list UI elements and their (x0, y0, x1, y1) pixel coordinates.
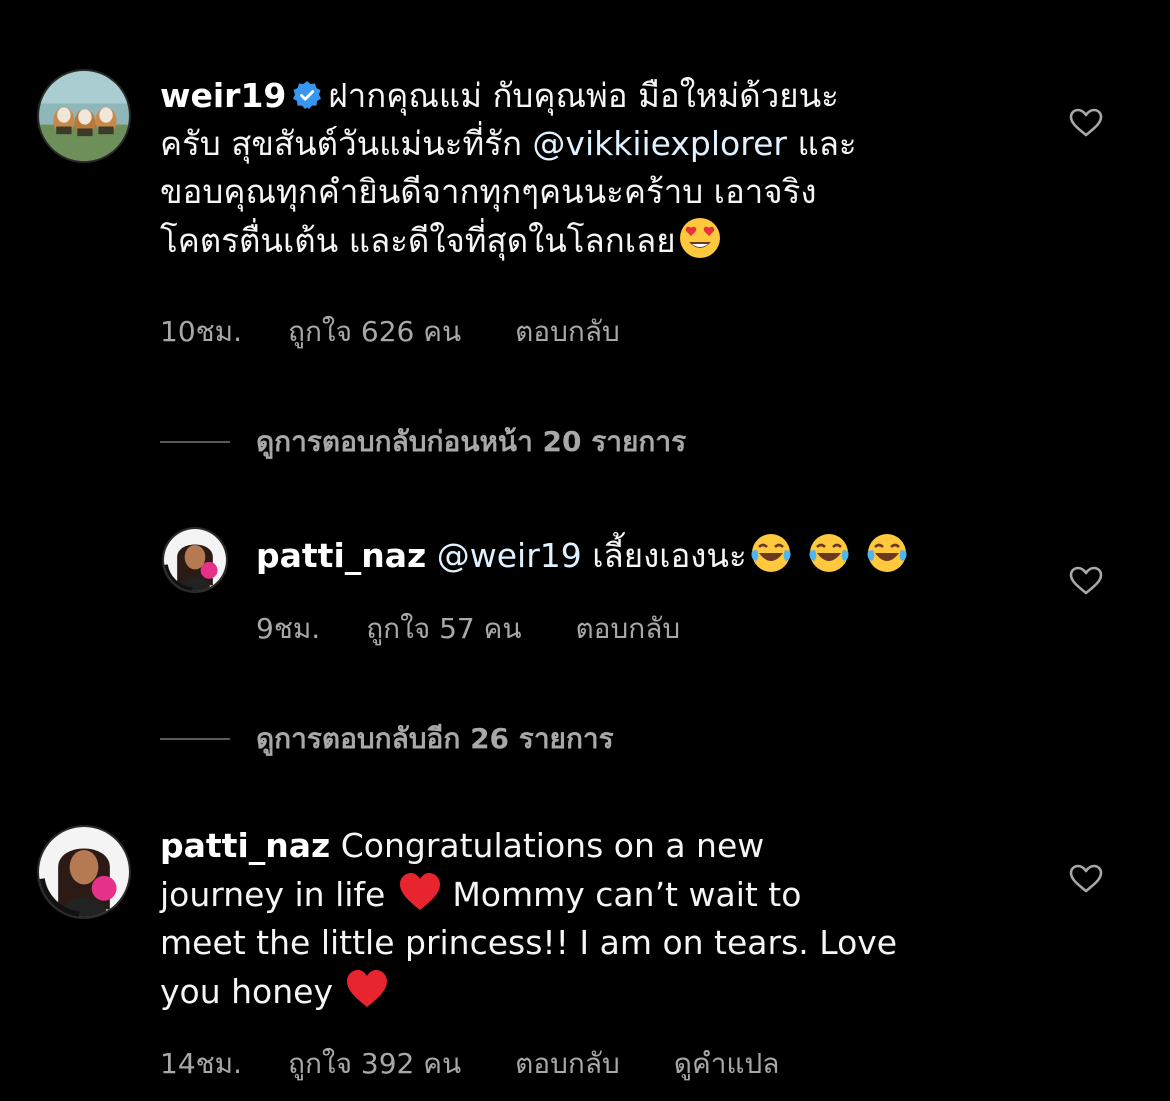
comment-time: 14ชม. (160, 1047, 242, 1080)
laughing-tears-emoji-icon (867, 534, 907, 572)
verified-badge-icon (293, 81, 322, 109)
likes-count[interactable]: ถูกใจ 57 คน (366, 612, 521, 645)
laughing-tears-emoji-icon (809, 534, 849, 572)
mention-link[interactable]: @vikkiiexplorer (532, 124, 787, 163)
laughing-tears-emoji-icon (751, 534, 791, 572)
comment-text: you honey (160, 972, 344, 1011)
comment-username[interactable]: patti_naz (256, 536, 426, 575)
comment-text: โคตรตื่นเต้น และดีใจที่สุดในโลกเลย (160, 221, 676, 260)
comment-text: ขอบคุณทุกคำยินดีจากทุกๆคนนะคร้าบ เอาจริง (160, 172, 817, 211)
avatar[interactable] (162, 527, 228, 593)
divider (160, 738, 230, 740)
beagle-dogs-avatar-icon (39, 71, 129, 161)
comment-time: 10ชม. (160, 315, 242, 348)
view-more-replies-label: ดูการตอบกลับอีก 26 รายการ (256, 722, 614, 755)
divider (160, 441, 230, 443)
comment-text: และ (786, 124, 857, 163)
comment-text: ครับ สุขสันต์วันแม่นะที่รัก (160, 124, 533, 163)
likes-count[interactable]: ถูกใจ 392 คน (288, 1047, 461, 1080)
view-previous-replies-label: ดูการตอบกลับก่อนหน้า 20 รายการ (256, 425, 687, 458)
view-previous-replies-button[interactable]: ดูการตอบกลับก่อนหน้า 20 รายการ (160, 420, 686, 464)
comment-text: ฝากคุณแม่ กับคุณพ่อ มือใหม่ด้วยนะ (328, 76, 839, 115)
like-heart-icon[interactable] (1069, 108, 1103, 138)
woman-vaccinated-avatar-icon (164, 529, 226, 591)
like-heart-icon[interactable] (1069, 566, 1103, 596)
comment-text: Congratulations on a new (330, 826, 765, 865)
comment-text: เลี้ยงเองนะ (581, 536, 747, 575)
reply-button[interactable]: ตอบกลับ (575, 612, 680, 645)
woman-vaccinated-avatar-icon (39, 827, 129, 917)
avatar[interactable] (37, 69, 131, 163)
comment-text: journey in life (160, 875, 396, 914)
likes-count[interactable]: ถูกใจ 626 คน (288, 315, 461, 348)
mention-link[interactable]: @weir19 (437, 536, 582, 575)
comment-text: Mommy can’t wait to (441, 875, 802, 914)
comment-time: 9ชม. (256, 612, 321, 645)
reply-button[interactable]: ตอบกลับ (515, 315, 620, 348)
see-translation-button[interactable]: ดูคำแปล (674, 1047, 780, 1080)
red-heart-emoji-icon (347, 970, 388, 1007)
like-heart-icon[interactable] (1069, 864, 1103, 894)
red-heart-emoji-icon (399, 873, 440, 910)
comment-text: meet the little princess!! I am on tears… (160, 923, 898, 962)
view-more-replies-button[interactable]: ดูการตอบกลับอีก 26 รายการ (160, 717, 614, 761)
comment-username[interactable]: weir19 (160, 76, 286, 115)
comment-username[interactable]: patti_naz (160, 826, 330, 865)
avatar[interactable] (37, 825, 131, 919)
reply-button[interactable]: ตอบกลับ (515, 1047, 620, 1080)
heart-eyes-emoji-icon (679, 218, 720, 258)
